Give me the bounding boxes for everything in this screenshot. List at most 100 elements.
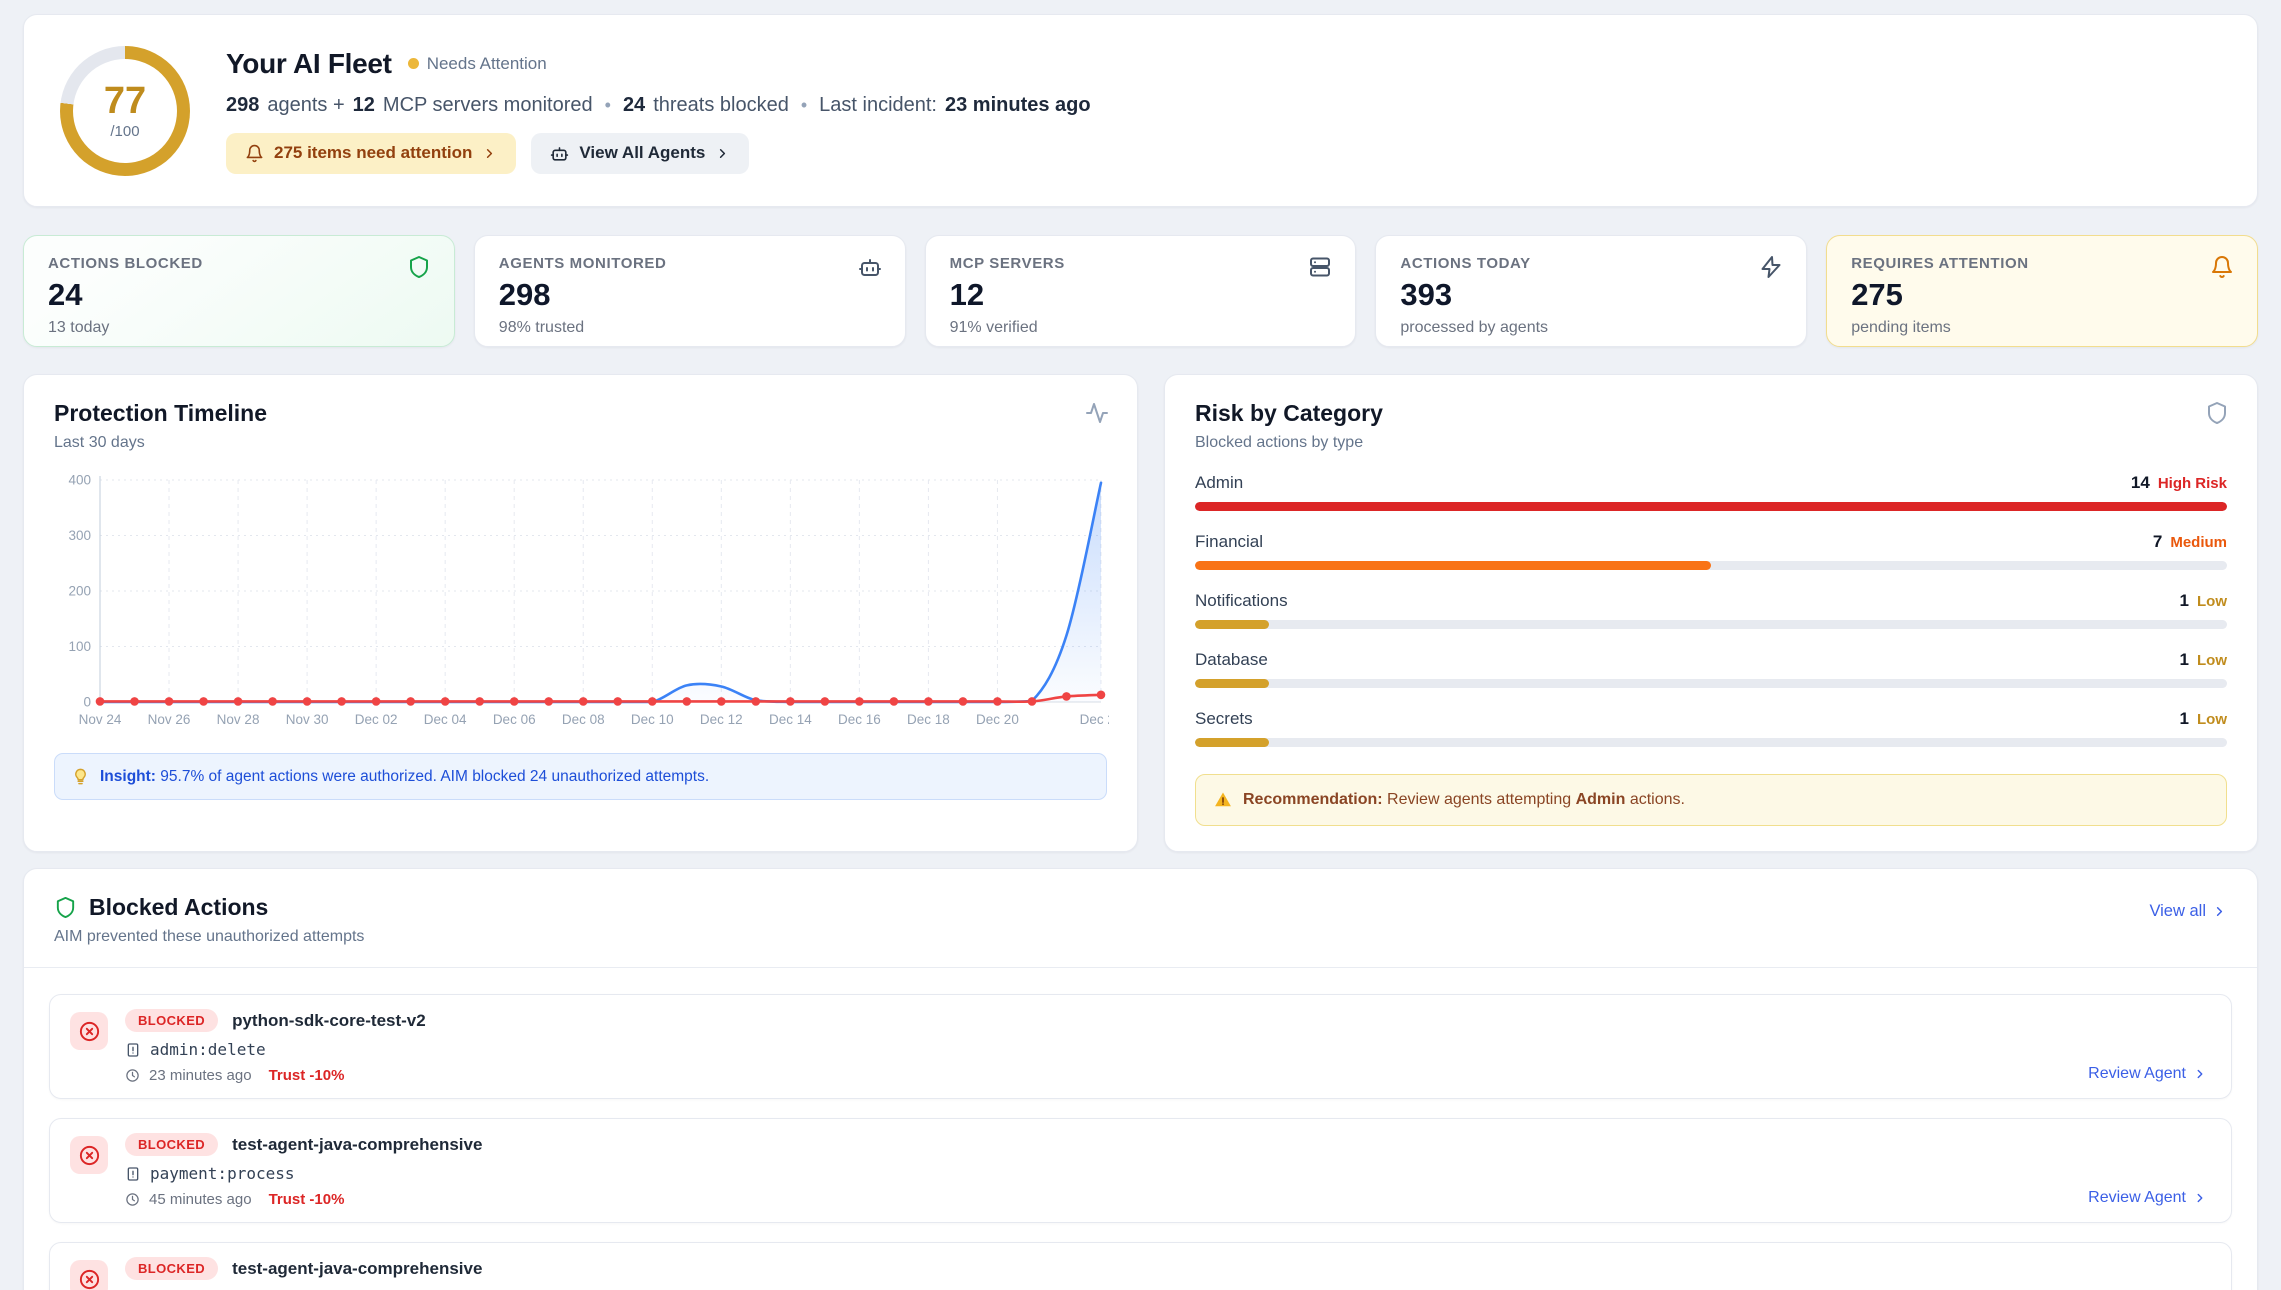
risk-bar-fill bbox=[1195, 620, 1269, 629]
risk-value: 1 bbox=[2180, 709, 2189, 728]
svg-text:200: 200 bbox=[68, 584, 91, 599]
risk-bar-fill bbox=[1195, 738, 1269, 747]
stat-sub: 13 today bbox=[48, 319, 430, 337]
circle-x-icon bbox=[70, 1012, 108, 1050]
blocked-actions-list: BLOCKED python-sdk-core-test-v2 admin:de… bbox=[24, 968, 2257, 1290]
timeline-title: Protection Timeline bbox=[54, 400, 1107, 427]
server-icon bbox=[1308, 255, 1332, 279]
risk-rows: Admin 14High Risk Financial 7Medium Noti… bbox=[1195, 473, 2227, 747]
agent-name: python-sdk-core-test-v2 bbox=[232, 1011, 426, 1031]
insight-banner: Insight: 95.7% of agent actions were aut… bbox=[54, 753, 1107, 800]
items-need-attention-button[interactable]: 275 items need attention bbox=[226, 133, 516, 174]
stat-card-requires-attention: REQUIRES ATTENTION 275 pending items bbox=[1826, 235, 2258, 347]
risk-bar-fill bbox=[1195, 561, 1711, 570]
stat-card-actions-today: ACTIONS TODAY 393 processed by agents bbox=[1375, 235, 1807, 347]
stat-value: 298 bbox=[499, 279, 881, 310]
risk-row-database: Database 1Low bbox=[1195, 650, 2227, 688]
lightbulb-icon bbox=[71, 767, 90, 786]
svg-text:Dec 04: Dec 04 bbox=[424, 712, 467, 727]
stat-card-mcp-servers: MCP SERVERS 12 91% verified bbox=[925, 235, 1357, 347]
stat-card-actions-blocked: ACTIONS BLOCKED 24 13 today bbox=[23, 235, 455, 347]
status-badge: Needs Attention bbox=[408, 54, 547, 74]
status-label: Needs Attention bbox=[427, 54, 547, 74]
svg-text:Dec 20: Dec 20 bbox=[976, 712, 1019, 727]
file-warning-icon bbox=[125, 1042, 141, 1058]
risk-level: Medium bbox=[2170, 534, 2227, 551]
timeline-chart: 0100200300400Nov 24Nov 26Nov 28Nov 30Dec… bbox=[54, 470, 1107, 737]
svg-text:Dec 02: Dec 02 bbox=[355, 712, 398, 727]
clock-icon bbox=[125, 1068, 140, 1083]
review-agent-link[interactable]: Review Agent bbox=[2088, 1189, 2207, 1207]
protection-timeline-panel: Protection Timeline Last 30 days 0100200… bbox=[23, 374, 1138, 852]
risk-row-financial: Financial 7Medium bbox=[1195, 532, 2227, 570]
svg-text:Nov 28: Nov 28 bbox=[217, 712, 260, 727]
risk-value: 1 bbox=[2180, 650, 2189, 669]
risk-bar-track bbox=[1195, 561, 2227, 570]
risk-title: Risk by Category bbox=[1195, 400, 2227, 427]
stat-label: MCP SERVERS bbox=[950, 255, 1332, 272]
blocked-actions-subtitle: AIM prevented these unauthorized attempt… bbox=[54, 928, 364, 946]
bot-icon bbox=[550, 144, 569, 163]
stat-value: 12 bbox=[950, 279, 1332, 310]
view-all-agents-button[interactable]: View All Agents bbox=[531, 133, 749, 174]
risk-bar-track bbox=[1195, 620, 2227, 629]
svg-text:Dec 18: Dec 18 bbox=[907, 712, 950, 727]
risk-row-secrets: Secrets 1Low bbox=[1195, 709, 2227, 747]
stat-card-agents-monitored: AGENTS MONITORED 298 98% trusted bbox=[474, 235, 906, 347]
circle-x-icon bbox=[70, 1260, 108, 1290]
svg-text:0: 0 bbox=[83, 695, 91, 710]
time-ago: 45 minutes ago bbox=[149, 1191, 252, 1208]
bot-icon bbox=[858, 255, 882, 279]
fleet-header: 77 /100 Your AI Fleet Needs Attention 29… bbox=[23, 14, 2258, 207]
stat-sub: processed by agents bbox=[1400, 319, 1782, 337]
activity-icon bbox=[1085, 401, 1109, 425]
svg-text:Dec 14: Dec 14 bbox=[769, 712, 812, 727]
chevron-right-icon bbox=[2193, 1191, 2207, 1205]
svg-text:Nov 26: Nov 26 bbox=[148, 712, 191, 727]
risk-label: Admin bbox=[1195, 473, 1243, 493]
blocked-actions-section: Blocked Actions AIM prevented these unau… bbox=[23, 868, 2258, 1290]
risk-value: 1 bbox=[2180, 591, 2189, 610]
risk-bar-fill bbox=[1195, 502, 2227, 511]
stat-value: 275 bbox=[1851, 279, 2233, 310]
risk-level: Low bbox=[2197, 711, 2227, 728]
svg-text:Dec 06: Dec 06 bbox=[493, 712, 536, 727]
shield-icon bbox=[2205, 401, 2229, 425]
shield-icon bbox=[54, 896, 77, 919]
stat-sub: 98% trusted bbox=[499, 319, 881, 337]
svg-text:Nov 30: Nov 30 bbox=[286, 712, 329, 727]
chevron-right-icon bbox=[2193, 1067, 2207, 1081]
review-agent-link[interactable]: Review Agent bbox=[2088, 1065, 2207, 1083]
blocked-action-row: BLOCKED test-agent-java-comprehensive ad… bbox=[49, 1242, 2232, 1290]
risk-bar-track bbox=[1195, 679, 2227, 688]
risk-label: Database bbox=[1195, 650, 1268, 670]
circle-x-icon bbox=[70, 1136, 108, 1174]
blocked-action-row: BLOCKED python-sdk-core-test-v2 admin:de… bbox=[49, 994, 2232, 1099]
stat-cards-row: ACTIONS BLOCKED 24 13 today AGENTS MONIT… bbox=[23, 235, 2258, 347]
risk-value: 14 bbox=[2131, 473, 2150, 492]
trust-score-max: /100 bbox=[110, 123, 139, 140]
risk-level: High Risk bbox=[2158, 475, 2227, 492]
svg-text:Dec 08: Dec 08 bbox=[562, 712, 605, 727]
stat-label: REQUIRES ATTENTION bbox=[1851, 255, 2233, 272]
time-ago: 23 minutes ago bbox=[149, 1067, 252, 1084]
blocked-actions-title: Blocked Actions bbox=[89, 894, 268, 921]
risk-level: Low bbox=[2197, 593, 2227, 610]
agent-name: test-agent-java-comprehensive bbox=[232, 1135, 482, 1155]
risk-bar-track bbox=[1195, 738, 2227, 747]
risk-bar-track bbox=[1195, 502, 2227, 511]
chevron-right-icon bbox=[482, 146, 497, 161]
stat-sub: 91% verified bbox=[950, 319, 1332, 337]
stat-sub: pending items bbox=[1851, 319, 2233, 337]
fleet-summary: 298agents + 12MCP servers monitored • 24… bbox=[226, 94, 1091, 117]
status-dot-icon bbox=[408, 58, 419, 69]
svg-text:300: 300 bbox=[68, 528, 91, 543]
svg-text:400: 400 bbox=[68, 473, 91, 488]
action-code: admin:delete bbox=[150, 1040, 266, 1059]
stat-value: 393 bbox=[1400, 279, 1782, 310]
shield-icon bbox=[407, 255, 431, 279]
stat-label: ACTIONS BLOCKED bbox=[48, 255, 430, 272]
trust-score-gauge: 77 /100 bbox=[60, 46, 190, 176]
clock-icon bbox=[125, 1192, 140, 1207]
view-all-link[interactable]: View all bbox=[2149, 902, 2227, 921]
